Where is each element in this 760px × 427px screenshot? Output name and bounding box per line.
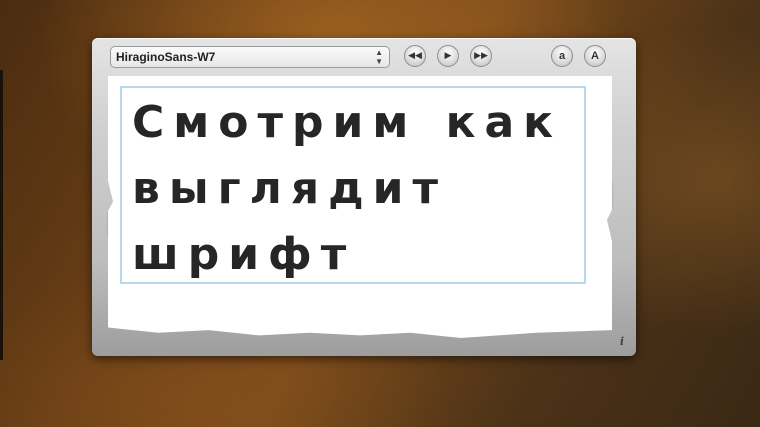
preview-text: Смотрим как выглядит шрифт (132, 97, 563, 280)
next-font-button[interactable]: ▶▶ (470, 45, 492, 67)
play-button[interactable]: ▶ (437, 45, 459, 67)
preview-text-area[interactable]: Смотрим как выглядит шрифт (120, 86, 586, 284)
info-button[interactable]: i (620, 335, 624, 348)
rewind-icon: ◀◀ (408, 51, 422, 61)
updown-arrows-icon: ▲ ▼ (375, 48, 383, 66)
increase-size-label: A (591, 50, 599, 62)
decrease-size-button[interactable]: a (551, 45, 573, 67)
increase-size-button[interactable]: A (584, 45, 606, 67)
font-selector[interactable]: HiraginoSans-W7 ▲ ▼ (110, 46, 390, 68)
play-icon: ▶ (444, 51, 452, 61)
background-window-edge (0, 70, 3, 360)
decrease-size-label: a (558, 50, 566, 62)
fast-forward-icon: ▶▶ (474, 51, 488, 61)
previous-font-button[interactable]: ◀◀ (404, 45, 426, 67)
preview-paper: Смотрим как выглядит шрифт (108, 76, 612, 338)
font-selector-value: HiraginoSans-W7 (116, 50, 216, 64)
font-preview-widget: HiraginoSans-W7 ▲ ▼ ◀◀ ▶ ▶▶ a A Смотрим к… (92, 38, 636, 356)
